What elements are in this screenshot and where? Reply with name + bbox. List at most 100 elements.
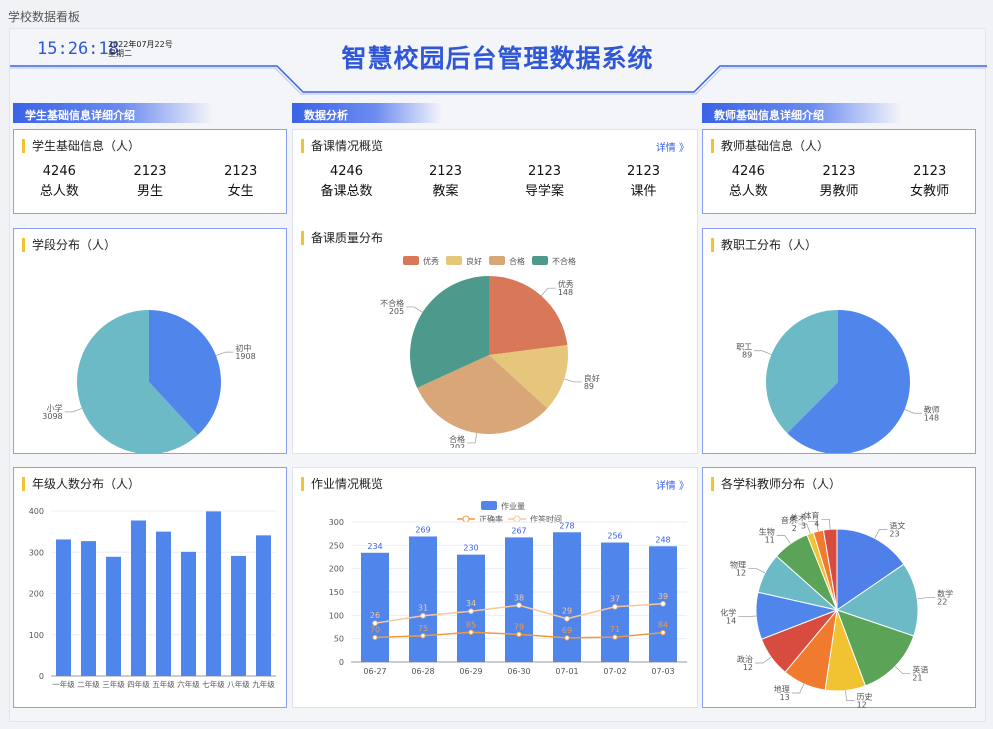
- y-tick-label: 150: [329, 588, 344, 597]
- prep-detail-link[interactable]: 详情 》: [656, 139, 689, 154]
- x-tick-label: 八年级: [227, 679, 250, 689]
- pie-label-value: 12: [857, 700, 867, 708]
- data-label: 34: [466, 599, 476, 608]
- pie-label-value: 148: [924, 413, 939, 422]
- legend-label: 良好: [466, 256, 482, 266]
- line-marker: [468, 608, 474, 614]
- y-tick-label: 100: [329, 611, 344, 620]
- pie-label-value: 23: [889, 529, 899, 538]
- line-marker: [564, 635, 570, 641]
- y-tick-label: 50: [334, 635, 344, 644]
- line-marker: [516, 631, 522, 638]
- line-marker: [564, 615, 570, 622]
- y-tick-label: 300: [29, 548, 44, 557]
- legend-swatch: [446, 256, 462, 265]
- bar: [361, 552, 389, 662]
- legend-swatch: [532, 256, 548, 265]
- x-tick-label: 六年级: [177, 679, 200, 689]
- stat-item: 2123 女教师: [910, 164, 950, 199]
- subject-pie-chart: 语文23数学22英语21历史12地理13政治12化学14物理12生物11音乐2美…: [720, 510, 953, 708]
- data-label: 248: [655, 535, 670, 544]
- pie-leader-line: [776, 535, 791, 544]
- section-student: 学生基础信息详细介绍: [13, 103, 213, 123]
- pie-leader-line: [467, 432, 478, 444]
- pie-label-value: 2: [792, 524, 797, 533]
- bar: [231, 555, 246, 676]
- pie-leader-line: [755, 656, 772, 664]
- stat-item: 2123 女生: [224, 164, 258, 199]
- x-tick-label: 九年级: [252, 679, 275, 689]
- legend-marker: [513, 515, 521, 523]
- stat-item: 2123 导学案: [524, 164, 564, 199]
- card-title: 各学科教师分布（人）: [711, 477, 841, 491]
- page-title: 智慧校园后台管理数据系统: [341, 44, 654, 73]
- page-label: 学校数据看板: [8, 10, 81, 24]
- staff-pie-chart: 教师148职工89: [736, 310, 940, 453]
- pie-label-value: 205: [389, 307, 404, 316]
- x-tick-label: 四年级: [127, 679, 150, 689]
- pie-leader-line: [917, 597, 936, 600]
- x-tick-label: 二年级: [77, 679, 100, 689]
- line-marker: [372, 634, 378, 641]
- card-title: 学段分布（人）: [22, 238, 116, 252]
- data-label: 278: [559, 521, 574, 530]
- pie-label-value: 21: [912, 673, 922, 682]
- bar: [81, 541, 96, 676]
- stage-pie-chart: 初中1908小学3098: [42, 310, 256, 453]
- x-tick-label: 七年级: [202, 679, 225, 689]
- data-label: 84: [658, 621, 668, 630]
- pie-leader-line: [821, 518, 831, 530]
- bar: [206, 511, 221, 676]
- legend-marker: [462, 515, 470, 523]
- y-tick-label: 0: [339, 658, 344, 667]
- line-marker: [612, 604, 618, 610]
- data-label: 75: [418, 624, 428, 633]
- bar: [256, 535, 271, 676]
- legend-swatch: [481, 501, 497, 510]
- pie-label-value: 22: [937, 598, 947, 607]
- card-title: 年级人数分布（人）: [22, 477, 140, 491]
- homework-combo-chart: 作业量正确率 作答时间05010015020025030023406-272690…: [329, 501, 687, 676]
- card-title: 教师基础信息（人）: [711, 139, 829, 153]
- data-label: 31: [418, 604, 428, 613]
- pie-leader-line: [738, 615, 757, 618]
- x-tick-label: 一年级: [52, 679, 75, 689]
- pie-leader-line: [564, 378, 582, 383]
- data-label: 26: [370, 611, 380, 620]
- y-tick-label: 250: [329, 541, 344, 550]
- pie-leader-line: [540, 287, 556, 296]
- pie-label-value: 14: [726, 617, 736, 626]
- data-label: 267: [511, 526, 526, 535]
- line-marker: [660, 629, 666, 636]
- data-label: 37: [610, 595, 620, 604]
- homework-detail-link[interactable]: 详情 》: [656, 477, 689, 492]
- bar: [131, 520, 146, 676]
- stat-item: 2123 课件: [626, 164, 661, 199]
- legend-label: 不合格: [552, 256, 576, 266]
- y-tick-label: 200: [29, 590, 44, 599]
- data-label: 230: [463, 544, 478, 553]
- data-label: 269: [415, 525, 430, 534]
- y-tick-label: 400: [29, 507, 44, 516]
- bar: [409, 536, 437, 662]
- quality-title: 备课质量分布: [301, 231, 383, 245]
- pie-leader-line: [874, 529, 888, 539]
- grade-bar-chart: 0 100 200 300 400 一年级 二年级 三年级 四年级 五年级 六年级 七年级 八年级 九年级: [29, 507, 276, 689]
- section-analysis: 数据分析: [292, 103, 442, 123]
- data-label: 79: [514, 622, 524, 631]
- line-marker: [516, 602, 522, 608]
- card-title: 教职工分布（人）: [711, 238, 817, 252]
- pie-label-value: 12: [736, 568, 746, 577]
- pie-label-value: 89: [584, 382, 594, 391]
- bar: [106, 556, 121, 676]
- pie-leader-line: [791, 683, 805, 694]
- pie-leader-line: [748, 568, 766, 574]
- pie-slice: [489, 276, 568, 355]
- pie-label-value: 13: [780, 693, 790, 702]
- line-marker: [420, 613, 426, 619]
- line-marker: [468, 629, 474, 635]
- stat-item: 2123 教案: [428, 164, 463, 199]
- y-tick-label: 0: [39, 672, 44, 681]
- pie-label-value: 3098: [42, 412, 62, 421]
- bar: [56, 539, 71, 676]
